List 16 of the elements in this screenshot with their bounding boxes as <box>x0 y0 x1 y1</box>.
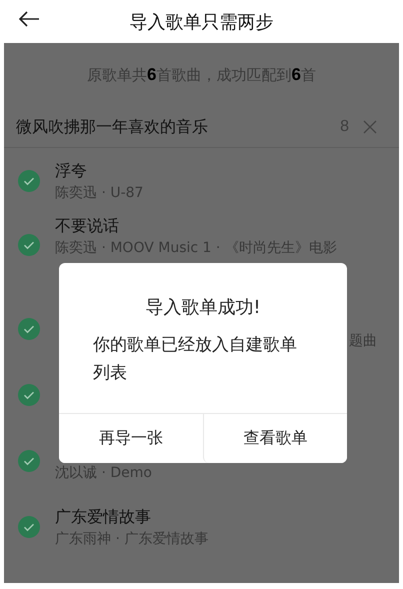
song-title: 不要说话 <box>55 215 120 237</box>
song-title: 广东爱情故事 <box>55 506 152 528</box>
checkbox[interactable] <box>18 318 40 340</box>
dialog-button[interactable]: 查看歌单 <box>202 414 347 463</box>
checkbox[interactable] <box>18 516 40 538</box>
checkbox[interactable] <box>18 170 40 192</box>
close-icon[interactable] <box>363 120 377 134</box>
playlist-name: 微风吹拂那一年喜欢的音乐 <box>16 116 209 138</box>
song-title: 浮夸 <box>55 160 88 182</box>
checkbox[interactable] <box>18 384 40 406</box>
checkbox[interactable] <box>18 450 40 472</box>
dialog-message: 你的歌单已经放入自建歌单列表 <box>93 334 298 385</box>
page-title: 导入歌单只需两步 <box>130 10 274 34</box>
checkbox[interactable] <box>18 234 40 256</box>
back-arrow-icon[interactable] <box>18 11 40 27</box>
dialog-title: 导入歌单成功! <box>144 296 262 319</box>
